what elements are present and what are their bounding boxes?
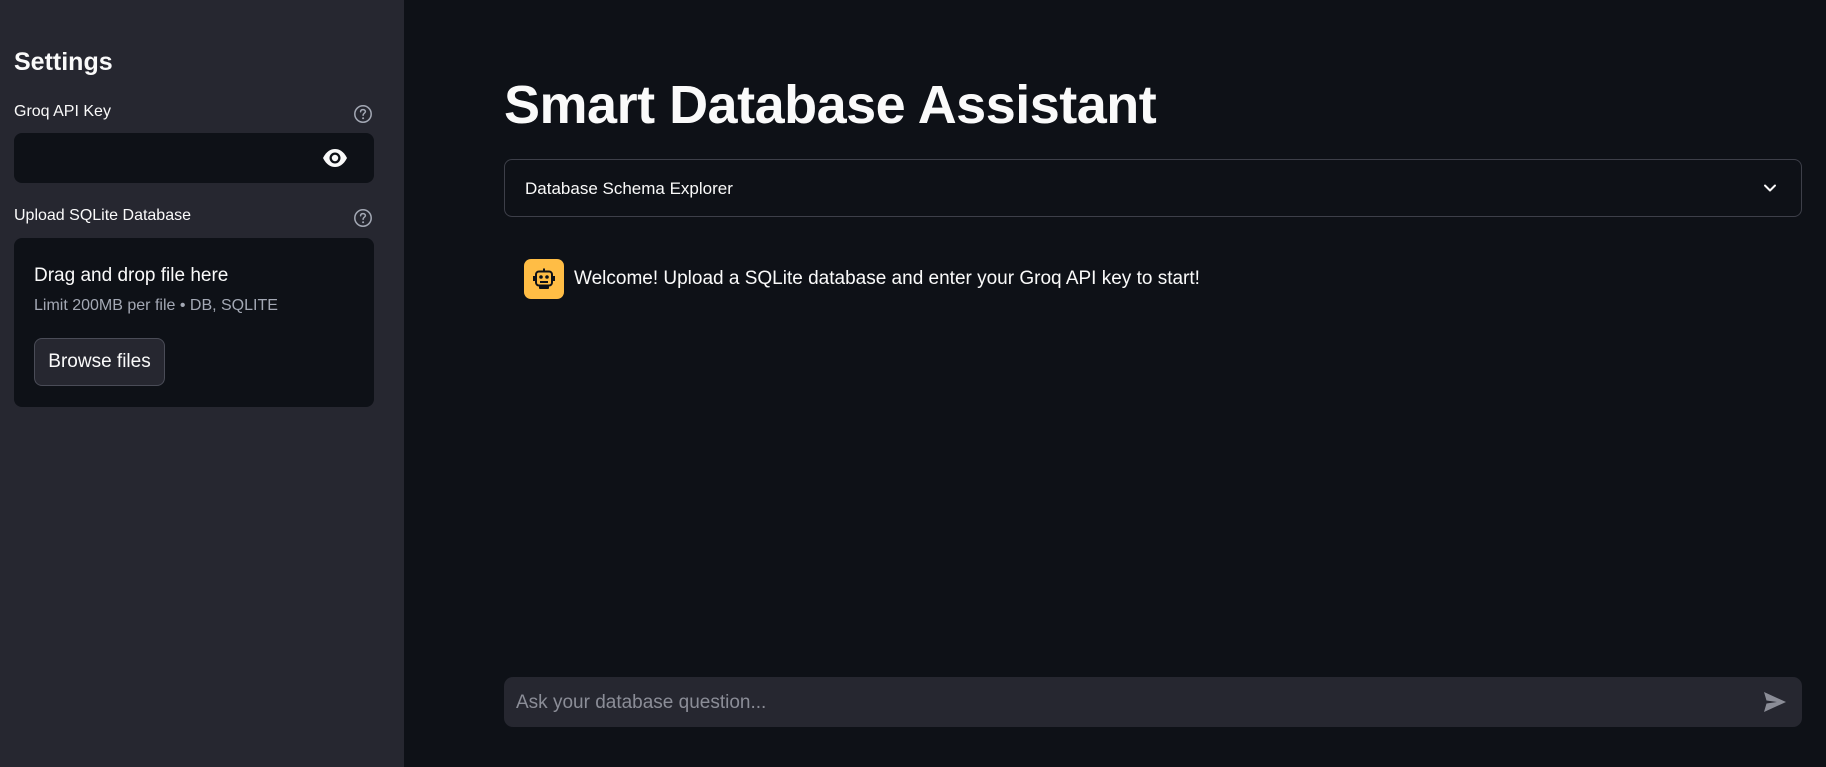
api-key-label: Groq API Key (14, 103, 111, 120)
send-icon[interactable] (1762, 690, 1788, 714)
file-dropzone[interactable]: Drag and drop file here Limit 200MB per … (14, 238, 374, 407)
browse-files-button[interactable]: Browse files (34, 338, 165, 386)
eye-icon[interactable] (322, 147, 348, 169)
help-icon[interactable] (353, 208, 373, 228)
robot-icon (533, 268, 555, 289)
message-text: Welcome! Upload a SQLite database and en… (574, 268, 1200, 289)
avatar (524, 259, 564, 299)
upload-label: Upload SQLite Database (14, 207, 191, 224)
sidebar: Settings Groq API Key Upload SQLite Data… (0, 0, 404, 767)
schema-explorer-expander[interactable]: Database Schema Explorer (504, 159, 1802, 217)
dropzone-title: Drag and drop file here (34, 265, 229, 286)
dropzone-limit: Limit 200MB per file • DB, SQLITE (34, 297, 278, 314)
api-key-field[interactable] (14, 133, 374, 183)
chevron-down-icon (1764, 184, 1776, 192)
help-icon[interactable] (353, 104, 373, 124)
page-title: Smart Database Assistant (504, 75, 1157, 135)
sidebar-title: Settings (14, 48, 113, 76)
expander-label: Database Schema Explorer (525, 179, 733, 198)
app: Settings Groq API Key Upload SQLite Data… (0, 0, 1826, 767)
chat-input[interactable] (514, 677, 1738, 729)
chat-input-bar (504, 677, 1802, 729)
